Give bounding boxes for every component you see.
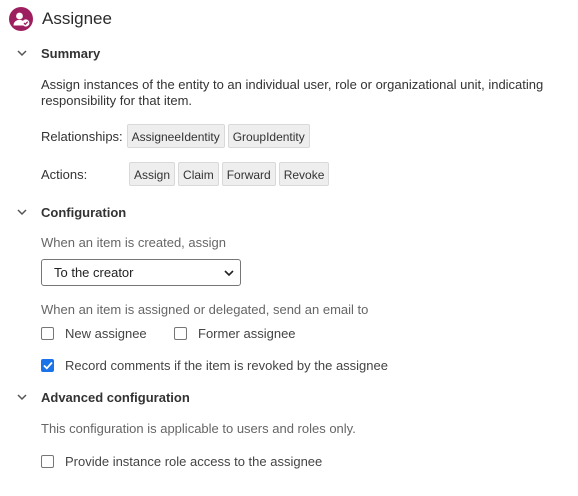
role-access-label: Provide instance role access to the assi… xyxy=(65,454,323,469)
summary-section-toggle[interactable]: Summary xyxy=(14,45,100,61)
role-access-option[interactable]: Provide instance role access to the assi… xyxy=(41,454,322,469)
record-comments-label: Record comments if the item is revoked b… xyxy=(65,358,388,373)
advanced-note: This configuration is applicable to user… xyxy=(41,421,356,436)
action-chip: Assign xyxy=(129,162,176,186)
action-chip: Claim xyxy=(178,162,219,186)
chevron-down-icon xyxy=(224,265,234,280)
assignee-avatar-icon xyxy=(9,7,33,31)
summary-section-title: Summary xyxy=(41,45,101,61)
page-header: Assignee xyxy=(9,7,112,31)
action-chip: Revoke xyxy=(278,162,330,186)
former-assignee-label: Former assignee xyxy=(198,326,296,341)
record-comments-option[interactable]: Record comments if the item is revoked b… xyxy=(41,358,388,373)
advanced-section-toggle[interactable]: Advanced configuration xyxy=(14,389,190,405)
former-assignee-checkbox[interactable] xyxy=(174,327,187,340)
new-assignee-checkbox[interactable] xyxy=(41,327,54,340)
actions-row: Actions: Assign Claim Forward Revoke xyxy=(41,162,332,186)
relationship-chip: AssigneeIdentity xyxy=(126,124,225,148)
assign-select-value: To the creator xyxy=(54,265,134,280)
chevron-down-icon xyxy=(14,45,30,61)
action-chip: Forward xyxy=(221,162,276,186)
new-assignee-option[interactable]: New assignee xyxy=(41,326,147,341)
chevron-down-icon xyxy=(14,204,30,220)
summary-description: Assign instances of the entity to an ind… xyxy=(41,77,544,108)
new-assignee-label: New assignee xyxy=(65,326,147,341)
record-comments-checkbox[interactable] xyxy=(41,359,54,372)
relationships-row: Relationships: AssigneeIdentity GroupIde… xyxy=(41,124,313,148)
assign-select[interactable]: To the creator xyxy=(41,259,241,286)
email-label: When an item is assigned or delegated, s… xyxy=(41,302,369,317)
configuration-section-title: Configuration xyxy=(41,204,127,220)
configuration-section-toggle[interactable]: Configuration xyxy=(14,204,126,220)
former-assignee-option[interactable]: Former assignee xyxy=(174,326,296,341)
relationship-chip: GroupIdentity xyxy=(227,124,310,148)
checkmark-icon xyxy=(42,361,53,370)
chevron-down-icon xyxy=(14,389,30,405)
actions-label: Actions: xyxy=(41,166,88,182)
relationships-label: Relationships: xyxy=(41,128,123,144)
assign-label: When an item is created, assign xyxy=(41,235,226,250)
role-access-checkbox[interactable] xyxy=(41,455,54,468)
page-title: Assignee xyxy=(42,9,112,28)
advanced-section-title: Advanced configuration xyxy=(41,389,190,405)
